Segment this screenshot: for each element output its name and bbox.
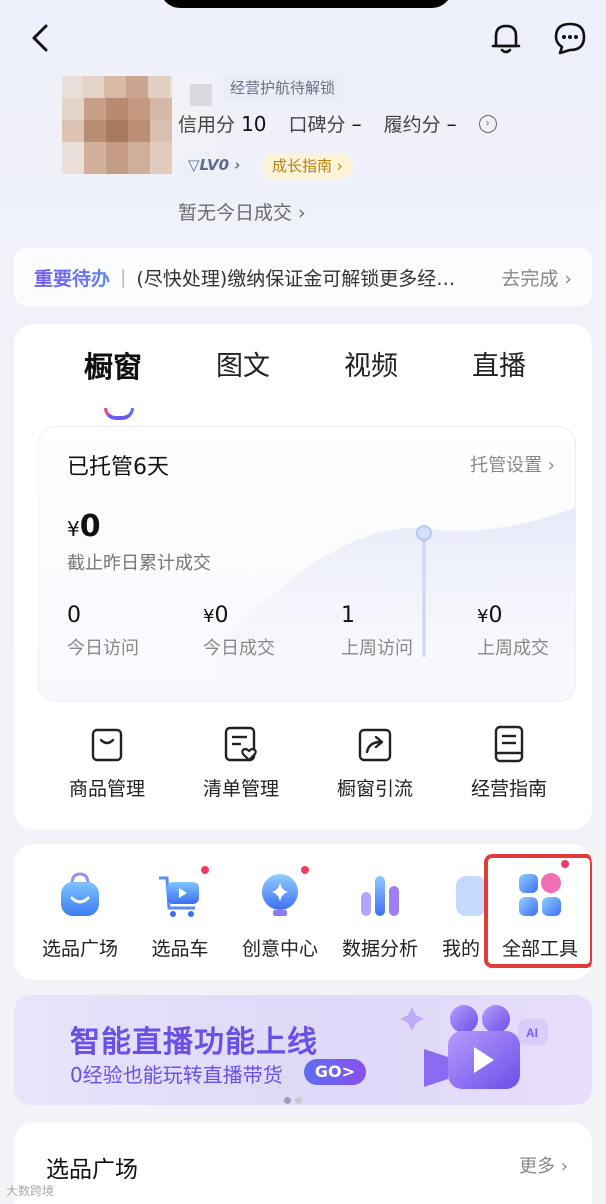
watermark: 大数跨境 bbox=[6, 1184, 55, 1198]
cart-icon bbox=[159, 876, 199, 917]
metric-week-deals: ¥0 上周成交 bbox=[477, 603, 549, 659]
important-todo-bar[interactable]: 重要待办 | (尽快处理)缴纳保证金可解锁更多经… 去完成 › bbox=[14, 248, 592, 306]
hosting-title: 已托管6天 bbox=[67, 455, 169, 480]
hosting-setting-link[interactable]: 托管设置 › bbox=[470, 451, 555, 477]
notification-dot bbox=[299, 864, 311, 876]
content-tabs: 橱窗 图文 视频 直播 bbox=[14, 344, 592, 420]
today-deal-link[interactable]: 暂无今日成交 › bbox=[178, 198, 306, 225]
pager-dot bbox=[295, 1097, 302, 1104]
metric-week-visits: 1 上周访问 bbox=[341, 603, 413, 659]
banner-subtitle: 0经验也能玩转直播带货 bbox=[70, 1063, 283, 1087]
showcase-card: 橱窗 图文 视频 直播 已托管6天 托管设置 › ¥0 截止昨日累计成交 0 今… bbox=[14, 324, 592, 830]
hosting-stats-box[interactable]: 已托管6天 托管设置 › ¥0 截止昨日累计成交 0 今日访问 ¥0 今日成交 … bbox=[38, 426, 576, 702]
notification-dot bbox=[199, 864, 211, 876]
top-bar bbox=[0, 0, 606, 80]
product-plaza-section: 选品广场 更多 › bbox=[14, 1122, 592, 1204]
fulfill-score[interactable]: 履约分 – bbox=[384, 110, 457, 137]
todo-title: 重要待办 bbox=[34, 264, 110, 291]
bulb-sparkle-icon bbox=[262, 874, 298, 916]
tool-mine[interactable]: 我的 bbox=[432, 870, 492, 961]
todo-divider: | bbox=[120, 266, 127, 288]
shortcut-row: 商品管理 清单管理 橱窗引流 经营指南 bbox=[14, 724, 592, 814]
more-link[interactable]: 更多 › bbox=[519, 1152, 568, 1178]
tool-product-cart[interactable]: 选品车 bbox=[132, 864, 228, 961]
chevron-circle-icon[interactable]: › bbox=[478, 114, 497, 133]
tab-video[interactable]: 视频 bbox=[344, 344, 398, 383]
score-row: 信用分 10 口碑分 – 履约分 – › bbox=[178, 110, 497, 137]
shortcut-list-management[interactable]: 清单管理 bbox=[176, 724, 306, 801]
tool-product-plaza[interactable]: 选品广场 bbox=[32, 870, 128, 961]
credit-score[interactable]: 信用分 10 bbox=[178, 110, 267, 137]
banner-title: 智能直播功能上线 bbox=[70, 1025, 318, 1060]
section-title: 选品广场 bbox=[46, 1157, 138, 1183]
shortcut-business-guide[interactable]: 经营指南 bbox=[444, 724, 574, 801]
pager-dot-active bbox=[284, 1097, 291, 1104]
level-badge[interactable]: ▽LV0 › bbox=[178, 152, 251, 178]
shopping-bag-icon bbox=[61, 872, 99, 916]
message-icon[interactable] bbox=[550, 18, 590, 58]
bell-icon[interactable] bbox=[486, 18, 526, 58]
cumulative-label: 截止昨日累计成交 bbox=[67, 553, 211, 574]
book-icon bbox=[494, 725, 524, 763]
tab-live[interactable]: 直播 bbox=[472, 344, 526, 383]
tools-card: 选品广场 选品车 创意中心 数据分析 我的 全部工具 bbox=[14, 844, 592, 980]
todo-action[interactable]: 去完成 › bbox=[501, 264, 572, 291]
cumulative-value: ¥0 bbox=[67, 509, 101, 544]
bar-chart-icon bbox=[361, 876, 399, 916]
tab-showcase[interactable]: 橱窗 bbox=[84, 344, 142, 386]
todo-text: (尽快处理)缴纳保证金可解锁更多经… bbox=[136, 267, 456, 290]
tab-image-text[interactable]: 图文 bbox=[216, 344, 270, 383]
shortcut-showcase-traffic[interactable]: 橱窗引流 bbox=[310, 724, 440, 801]
tool-creative-center[interactable]: 创意中心 bbox=[232, 864, 328, 961]
back-arrow-icon[interactable] bbox=[22, 20, 58, 56]
video-camera-illustration-icon: AI bbox=[400, 1005, 548, 1089]
reputation-score[interactable]: 口碑分 – bbox=[289, 110, 362, 137]
tab-indicator bbox=[104, 408, 134, 420]
unlock-tag[interactable]: 经营护航待解锁 bbox=[222, 76, 344, 100]
growth-guide-badge[interactable]: 成长指南 › bbox=[262, 153, 353, 179]
share-icon bbox=[358, 728, 392, 762]
metric-today-visits: 0 今日访问 bbox=[67, 603, 139, 659]
highlight-box bbox=[484, 854, 592, 968]
list-heart-icon bbox=[224, 726, 257, 762]
tool-data-analysis[interactable]: 数据分析 bbox=[332, 870, 428, 961]
trend-background-chart bbox=[219, 507, 575, 701]
metric-today-deals: ¥0 今日成交 bbox=[203, 603, 275, 659]
bag-icon bbox=[91, 728, 123, 762]
shortcut-product-management[interactable]: 商品管理 bbox=[42, 724, 172, 801]
svg-text:AI: AI bbox=[526, 1026, 538, 1040]
go-button[interactable]: GO> bbox=[304, 1059, 366, 1085]
banner-pager bbox=[282, 1089, 304, 1108]
